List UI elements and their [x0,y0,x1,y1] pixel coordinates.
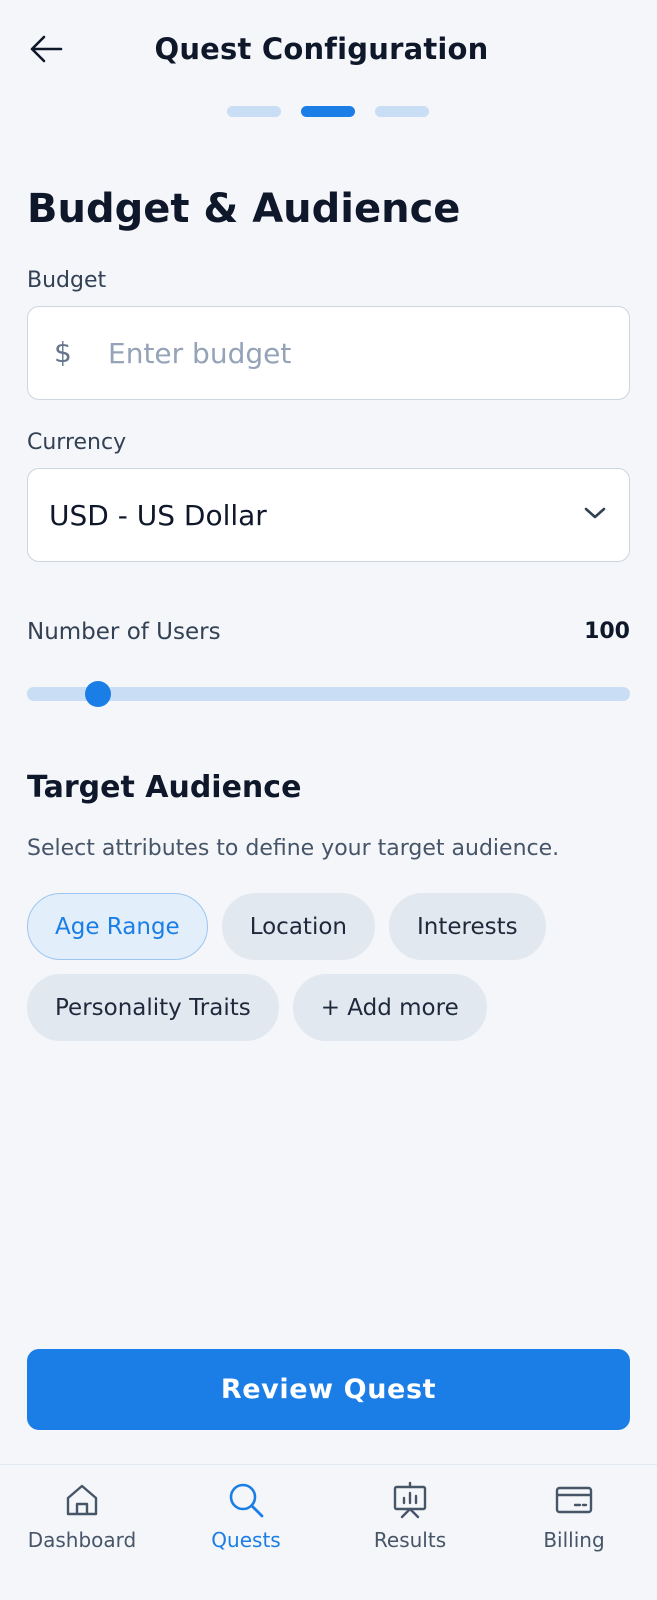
quest-configuration-screen: Quest Configuration Budget & Audience Bu… [0,0,657,1600]
step-indicator-2 [301,106,355,117]
currency-select[interactable]: USD - US Dollar [27,468,630,562]
bottom-tab-bar: Dashboard Quests Results Billing [0,1464,657,1600]
chevron-down-icon [583,505,607,525]
chip-interests[interactable]: Interests [388,893,546,960]
tab-results-label: Results [373,1528,447,1552]
chip-location[interactable]: Location [221,893,375,960]
header: Quest Configuration [0,0,657,100]
users-count: 100 [584,619,630,644]
currency-label: Currency [27,430,127,455]
chip-age-range[interactable]: Age Range [27,893,208,960]
slider-track [27,687,630,701]
page-title: Quest Configuration [154,32,489,66]
currency-selected-value: USD - US Dollar [49,499,267,532]
tab-results[interactable]: Results [328,1465,492,1600]
search-icon [227,1481,265,1519]
presentation-chart-icon [391,1481,429,1519]
target-audience-description: Select attributes to define your target … [27,836,560,861]
credit-card-icon [555,1481,593,1519]
step-progress-indicator [227,106,429,117]
users-label: Number of Users [27,619,221,645]
currency-symbol: $ [54,336,72,369]
tab-billing[interactable]: Billing [492,1465,656,1600]
tab-quests-label: Quests [211,1528,281,1552]
budget-field[interactable]: $ [27,306,630,400]
slider-thumb[interactable] [84,681,111,707]
add-more-chip[interactable]: + Add more [292,974,487,1041]
chip-personality-traits[interactable]: Personality Traits [27,974,279,1041]
step-indicator-1 [227,106,281,117]
tab-quests[interactable]: Quests [164,1465,328,1600]
target-audience-title: Target Audience [27,770,302,805]
step-indicator-3 [375,106,429,117]
users-slider[interactable] [27,681,630,707]
tab-dashboard-label: Dashboard [27,1528,137,1552]
home-icon [63,1481,101,1519]
tab-dashboard[interactable]: Dashboard [0,1465,164,1600]
budget-input[interactable] [108,321,608,385]
section-title: Budget & Audience [27,186,461,232]
audience-chips: Age Range Location Interests Personality… [27,893,637,1041]
review-quest-button[interactable]: Review Quest [27,1349,630,1430]
budget-label: Budget [27,268,107,293]
tab-billing-label: Billing [543,1528,605,1552]
